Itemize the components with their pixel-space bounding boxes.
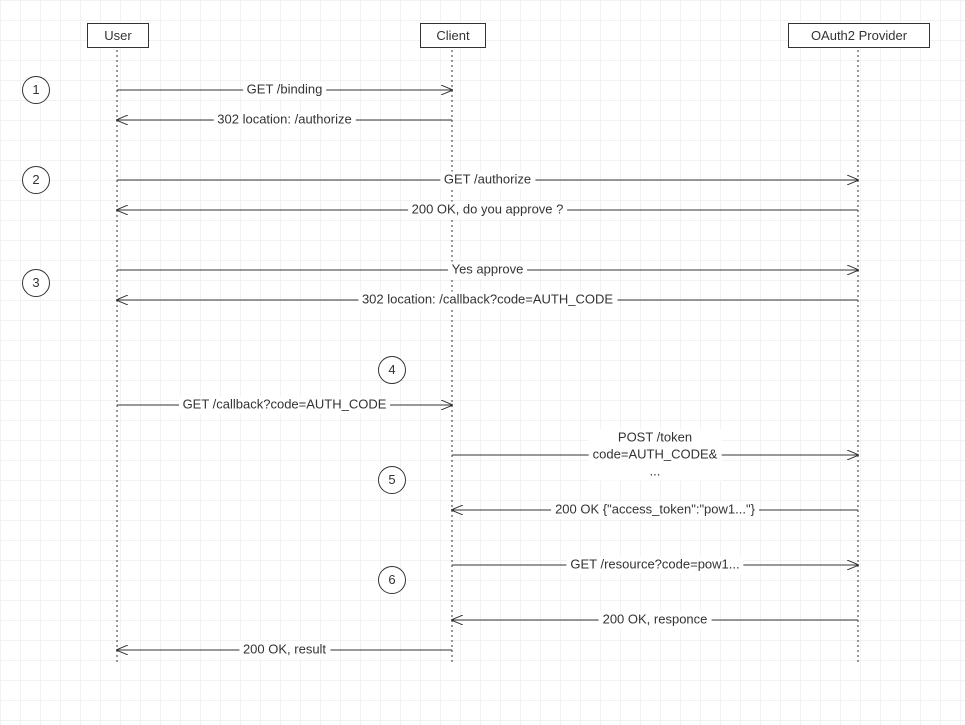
message-m9: 200 OK {"access_token":"pow1..."} [551,502,759,519]
message-m6: 302 location: /callback?code=AUTH_CODE [358,292,617,309]
message-m8: POST /token code=AUTH_CODE& ... [589,430,722,481]
message-m10: GET /resource?code=pow1... [566,557,743,574]
message-m4: 200 OK, do you approve ? [408,202,568,219]
participant-client: Client [420,23,486,48]
message-m11: 200 OK, responce [599,612,712,629]
step-4: 4 [378,356,406,384]
message-m5: Yes approve [448,262,528,279]
step-3: 3 [22,269,50,297]
message-m7: GET /callback?code=AUTH_CODE [179,397,391,414]
sequence-canvas [0,0,965,725]
step-1: 1 [22,76,50,104]
step-5: 5 [378,466,406,494]
participant-user: User [87,23,149,48]
message-m3: GET /authorize [440,172,535,189]
participant-provider: OAuth2 Provider [788,23,930,48]
message-m12: 200 OK, result [239,642,330,659]
step-6: 6 [378,566,406,594]
message-m2: 302 location: /authorize [213,112,355,129]
step-2: 2 [22,166,50,194]
message-m1: GET /binding [243,82,327,99]
